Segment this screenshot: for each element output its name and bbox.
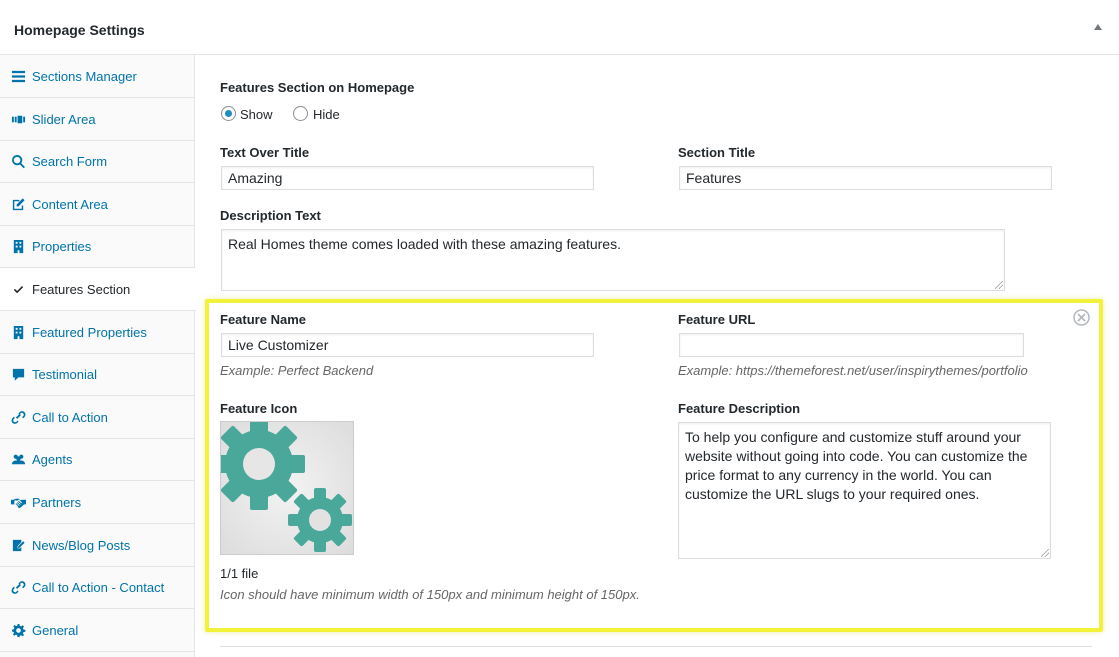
feature-description-textarea[interactable]: To help you configure and customize stuf… [678, 422, 1051, 559]
remove-circle-icon[interactable] [1073, 309, 1090, 326]
menu-icon [10, 68, 26, 84]
resize-grip-icon[interactable] [1041, 549, 1049, 557]
sidebar-item-label: Search Form [32, 153, 108, 169]
sidebar-item-label: Agents [32, 451, 73, 467]
sidebar-item-content-area[interactable]: Content Area [0, 183, 195, 226]
show-radio-label: Show [240, 107, 273, 122]
handshake-icon [10, 494, 26, 510]
sidebar-item-general[interactable]: General [0, 609, 195, 652]
sidebar-item-search-form[interactable]: Search Form [0, 140, 195, 183]
file-count: 1/1 file [220, 566, 259, 581]
sidebar: Sections Manager Slider Area Search Form… [0, 55, 196, 657]
speech-bubble-icon [10, 366, 26, 382]
sidebar-item-label: General [32, 622, 79, 638]
users-icon [10, 451, 26, 467]
building-icon [10, 324, 26, 340]
show-radio[interactable] [221, 106, 236, 121]
features-section-label: Features Section on Homepage [220, 80, 415, 95]
feature-description-label: Feature Description [678, 401, 801, 416]
edit-icon [10, 196, 26, 212]
feature-name-label: Feature Name [220, 312, 306, 327]
sidebar-item-call-to-action-contact[interactable]: Call to Action - Contact [0, 566, 195, 609]
divider [220, 646, 1092, 647]
gears-icon [221, 422, 352, 552]
sidebar-item-sections-manager[interactable]: Sections Manager [0, 55, 195, 98]
link-icon [10, 579, 26, 595]
building-icon [10, 238, 26, 254]
sidebar-item-slider-area[interactable]: Slider Area [0, 98, 195, 141]
check-icon [10, 281, 26, 297]
section-title-input[interactable] [679, 166, 1052, 190]
collapse-arrow-icon[interactable] [1094, 24, 1102, 30]
feature-icon-label: Feature Icon [220, 401, 298, 416]
hide-radio[interactable] [293, 106, 308, 121]
sidebar-item-features-section[interactable]: Features Section [0, 268, 196, 311]
sidebar-item-label: Partners [32, 494, 82, 510]
feature-name-hint: Example: Perfect Backend [220, 363, 374, 378]
link-icon [10, 409, 26, 425]
sidebar-item-label: Slider Area [32, 111, 96, 127]
sidebar-item-label: Testimonial [32, 366, 98, 382]
slides-icon [10, 111, 26, 127]
sidebar-item-agents[interactable]: Agents [0, 438, 195, 481]
sidebar-item-label: Features Section [32, 281, 131, 297]
feature-icon-hint: Icon should have minimum width of 150px … [220, 587, 640, 602]
post-icon [10, 537, 26, 553]
text-over-title-label: Text Over Title [220, 145, 310, 160]
gear-icon [10, 622, 26, 638]
sidebar-item-call-to-action[interactable]: Call to Action [0, 396, 195, 439]
sidebar-item-label: Properties [32, 238, 92, 254]
sidebar-item-properties[interactable]: Properties [0, 225, 195, 268]
section-title-label: Section Title [678, 145, 756, 160]
sidebar-item-label: Call to Action - Contact [32, 579, 165, 595]
text-over-title-input[interactable] [221, 166, 594, 190]
sidebar-item-label: Featured Properties [32, 324, 147, 340]
hide-radio-label: Hide [313, 107, 340, 122]
sidebar-item-featured-properties[interactable]: Featured Properties [0, 311, 195, 354]
description-textarea[interactable]: Real Homes theme comes loaded with these… [221, 229, 1005, 291]
feature-icon-preview[interactable] [220, 421, 354, 555]
sidebar-item-label: News/Blog Posts [32, 537, 131, 553]
panel-title: Homepage Settings [14, 22, 145, 38]
sidebar-item-testimonial[interactable]: Testimonial [0, 353, 195, 396]
sidebar-item-partners[interactable]: Partners [0, 481, 195, 524]
sidebar-item-label: Content Area [32, 196, 108, 212]
feature-name-input[interactable] [221, 333, 594, 357]
resize-grip-icon[interactable] [995, 281, 1003, 289]
sidebar-item-label: Sections Manager [32, 68, 137, 84]
panel-header: Homepage Settings [0, 0, 1119, 55]
feature-url-label: Feature URL [678, 312, 756, 327]
feature-url-input[interactable] [679, 333, 1024, 357]
search-icon [10, 153, 26, 169]
sidebar-item-label: Call to Action [32, 409, 108, 425]
feature-url-hint: Example: https://themeforest.net/user/in… [678, 363, 1028, 378]
sidebar-item-news-blog-posts[interactable]: News/Blog Posts [0, 524, 195, 567]
description-text-label: Description Text [220, 208, 321, 223]
